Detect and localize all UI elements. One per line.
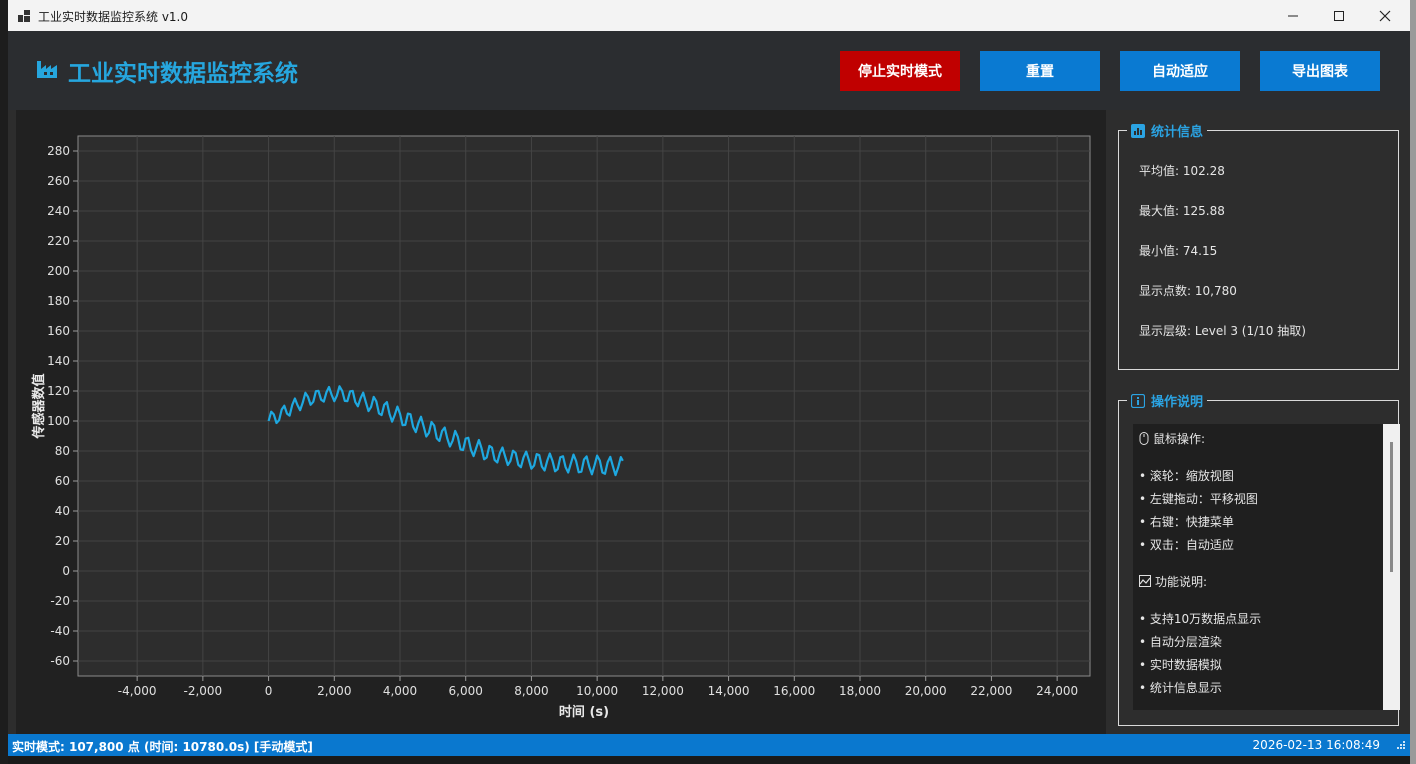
chart-panel[interactable]: -4,000 -2,000 0 2,000 4,000 6,000 8,000 10,000 1… [16,110,1106,734]
y-tick-label: 220 [47,234,70,248]
background-window-edge [0,0,8,764]
minimize-button[interactable] [1270,0,1316,31]
help-item: • 实时数据模拟 [1139,658,1222,672]
stat-max: 最大值: 125.88 [1139,204,1225,218]
y-tick-label: 260 [47,174,70,188]
help-text-area[interactable]: 鼠标操作: • 滚轮：缩放视图 • 左键拖动：平移视图 • 右键：快捷菜单 • … [1133,424,1383,710]
resize-grip-icon[interactable] [1396,740,1406,750]
maximize-icon [1334,10,1344,21]
mouse-header: 鼠标操作: [1153,432,1206,446]
help-group: 操作说明 鼠标操作: • 滚轮：缩放视图 • 左键拖动：平移视图 • 右键：快捷… [1118,391,1400,726]
y-tick-label: 80 [55,444,70,458]
y-tick-label: 60 [55,474,70,488]
app-title: 工业实时数据监控系统 [68,61,298,87]
y-axis-ticks: -60 -40 -20 0 20 40 60 80 100 120 140 160 180 200 220 2… [47,144,78,668]
auto-fit-button[interactable]: 自动适应 [1120,51,1240,91]
y-tick-label: 20 [55,534,70,548]
help-scrollbar-thumb[interactable] [1390,442,1393,572]
help-group-title: 操作说明 [1127,391,1208,410]
x-tick-label: 2,000 [317,684,351,698]
stat-min: 最小值: 74.15 [1139,244,1218,258]
y-tick-label: 240 [47,204,70,218]
x-tick-label: 10,000 [576,684,618,698]
help-item: • 双击：自动适应 [1139,538,1234,552]
plot-area[interactable] [77,135,1091,677]
x-axis-label: 时间 (s) [559,704,609,720]
mouse-section: 鼠标操作: [1139,430,1205,447]
x-tick-label: 8,000 [514,684,548,698]
window-bottom-edge [8,756,1410,764]
stat-level: 显示层级: Level 3 (1/10 抽取) [1139,324,1306,338]
side-panel: 统计信息 平均值: 102.28 最大值: 125.88 最小值: 74.15 … [1106,110,1410,734]
chart-trend-icon [1139,575,1151,587]
y-tick-label: 280 [47,144,70,158]
y-tick-label: -40 [50,624,70,638]
feature-header: 功能说明: [1155,575,1208,589]
x-tick-label: 0 [265,684,273,698]
stat-mean: 平均值: 102.28 [1139,164,1225,178]
y-tick-label: 180 [47,294,70,308]
x-tick-label: 24,000 [1036,684,1078,698]
x-axis-ticks: -4,000 -2,000 0 2,000 4,000 6,000 8,000 10,000 1… [118,676,1078,698]
x-tick-label: -4,000 [118,684,157,698]
x-tick-label: 16,000 [773,684,815,698]
close-icon [1379,10,1391,21]
help-scrollbar[interactable] [1383,424,1400,710]
close-button[interactable] [1362,0,1408,31]
y-tick-label: 120 [47,384,70,398]
y-tick-label: 140 [47,354,70,368]
x-tick-label: 14,000 [708,684,750,698]
export-chart-button[interactable]: 导出图表 [1260,51,1380,91]
x-tick-label: 6,000 [449,684,483,698]
help-item: • 右键：快捷菜单 [1139,515,1234,529]
minimize-icon [1288,15,1298,16]
stats-title: 统计信息 [1151,125,1204,140]
x-tick-label: 4,000 [383,684,417,698]
maximize-button[interactable] [1316,0,1362,31]
y-tick-label: 100 [47,414,70,428]
app-window: 工业实时数据监控系统 v1.0 工业实时数据监控系统 停止实时模式 重置 自动适… [8,0,1410,764]
background-window-edge-right [1410,0,1416,764]
x-tick-label: 22,000 [970,684,1012,698]
stats-group: 统计信息 平均值: 102.28 最大值: 125.88 最小值: 74.15 … [1118,121,1399,370]
feature-section: 功能说明: [1139,573,1207,590]
x-tick-label: 20,000 [905,684,947,698]
title-bar[interactable]: 工业实时数据监控系统 v1.0 [8,0,1410,31]
x-tick-label: 18,000 [839,684,881,698]
status-text: 实时模式: 107,800 点 (时间: 10780.0s) [手动模式] [12,740,313,754]
info-icon [1131,393,1145,408]
y-tick-label: 200 [47,264,70,278]
factory-icon [37,61,57,78]
stats-group-title: 统计信息 [1127,121,1208,140]
help-title: 操作说明 [1151,395,1204,410]
line-chart[interactable]: -4,000 -2,000 0 2,000 4,000 6,000 8,000 10,000 1… [16,110,1106,734]
app-icon [18,10,30,22]
status-datetime: 2026-02-13 16:08:49 [1252,738,1380,752]
x-tick-label: -2,000 [184,684,223,698]
y-tick-label: -60 [50,654,70,668]
stop-realtime-button[interactable]: 停止实时模式 [840,51,960,91]
help-item: • 滚轮：缩放视图 [1139,469,1234,483]
y-tick-label: 160 [47,324,70,338]
y-tick-label: 0 [62,564,70,578]
window-title: 工业实时数据监控系统 v1.0 [38,10,189,24]
help-item: • 统计信息显示 [1139,681,1222,695]
y-tick-label: 40 [55,504,70,518]
status-bar: 实时模式: 107,800 点 (时间: 10780.0s) [手动模式] 20… [8,734,1410,756]
stat-points: 显示点数: 10,780 [1139,284,1237,298]
app-header: 工业实时数据监控系统 停止实时模式 重置 自动适应 导出图表 [8,31,1410,110]
reset-button[interactable]: 重置 [980,51,1100,91]
y-axis-label: 传感器数值 [31,373,47,439]
stats-icon [1131,123,1145,138]
x-tick-label: 12,000 [642,684,684,698]
mouse-icon [1139,432,1149,445]
y-tick-label: -20 [50,594,70,608]
help-item: • 左键拖动：平移视图 [1139,492,1258,506]
help-item: • 自动分层渲染 [1139,635,1222,649]
help-item: • 支持10万数据点显示 [1139,612,1262,626]
